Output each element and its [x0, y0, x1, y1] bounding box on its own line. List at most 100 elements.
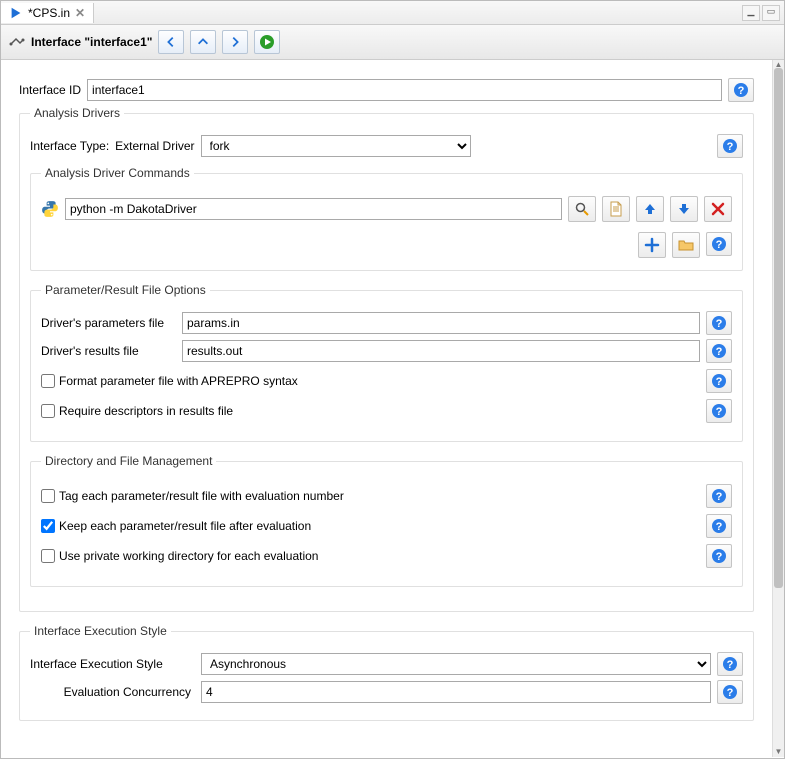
- nav-forward-button[interactable]: [222, 30, 248, 54]
- magnify-button[interactable]: [568, 196, 596, 222]
- help-icon: ?: [711, 343, 727, 359]
- file-tab[interactable]: *CPS.in ✕: [1, 3, 94, 23]
- tag-eval-checkbox[interactable]: [41, 489, 55, 503]
- help-icon: ?: [711, 236, 727, 252]
- interface-id-input[interactable]: [87, 79, 722, 101]
- scroll-thumb[interactable]: [774, 68, 783, 588]
- move-down-button[interactable]: [670, 196, 698, 222]
- editor-toolbar: Interface "interface1": [1, 25, 784, 60]
- help-button[interactable]: ?: [717, 134, 743, 158]
- svg-text:?: ?: [716, 406, 723, 418]
- dir-mgmt-legend: Directory and File Management: [41, 454, 216, 468]
- vertical-scrollbar[interactable]: ▲ ▼: [772, 60, 784, 757]
- tab-bar: *CPS.in ✕ ▁ ▭: [1, 1, 784, 25]
- exec-style-select[interactable]: Asynchronous: [201, 653, 711, 675]
- tab-controls: ▁ ▭: [742, 5, 780, 21]
- help-icon: ?: [711, 373, 727, 389]
- interface-id-label: Interface ID: [19, 83, 81, 97]
- help-icon: ?: [711, 518, 727, 534]
- exec-style-legend: Interface Execution Style: [30, 624, 171, 638]
- nav-back-button[interactable]: [158, 30, 184, 54]
- add-button[interactable]: [638, 232, 666, 258]
- svg-text:?: ?: [716, 318, 723, 330]
- help-button[interactable]: ?: [706, 544, 732, 568]
- analysis-drivers-legend: Analysis Drivers: [30, 106, 124, 120]
- driver-command-row: [41, 196, 732, 222]
- move-up-button[interactable]: [636, 196, 664, 222]
- help-icon: ?: [711, 488, 727, 504]
- help-icon: ?: [733, 82, 749, 98]
- help-button[interactable]: ?: [706, 232, 732, 256]
- close-icon[interactable]: ✕: [75, 6, 85, 20]
- exec-style-group: Interface Execution Style Interface Exec…: [19, 624, 754, 721]
- connector-icon: [9, 34, 25, 50]
- arrow-up-icon: [642, 201, 658, 217]
- help-button[interactable]: ?: [717, 680, 743, 704]
- interface-type-select[interactable]: fork: [201, 135, 471, 157]
- editor-content: Interface ID ? Analysis Drivers Interfac…: [1, 60, 772, 757]
- exec-style-label: Interface Execution Style: [30, 657, 195, 671]
- plus-icon: [644, 237, 660, 253]
- nav-up-button[interactable]: [190, 30, 216, 54]
- help-button[interactable]: ?: [706, 514, 732, 538]
- params-file-label: Driver's parameters file: [41, 316, 176, 330]
- aprepro-label: Format parameter file with APREPRO synta…: [59, 374, 298, 388]
- svg-text:?: ?: [716, 521, 723, 533]
- keep-file-label: Keep each parameter/result file after ev…: [59, 519, 311, 533]
- help-button[interactable]: ?: [717, 652, 743, 676]
- arrow-up-icon: [196, 35, 210, 49]
- delete-button[interactable]: [704, 196, 732, 222]
- help-button[interactable]: ?: [706, 339, 732, 363]
- svg-text:?: ?: [738, 85, 745, 97]
- analysis-drivers-group: Analysis Drivers Interface Type: Externa…: [19, 106, 754, 612]
- document-button[interactable]: [602, 196, 630, 222]
- params-file-input[interactable]: [182, 312, 700, 334]
- x-icon: [710, 201, 726, 217]
- concurrency-label: Evaluation Concurrency: [30, 685, 195, 699]
- require-desc-label: Require descriptors in results file: [59, 404, 233, 418]
- play-triangle-icon: [9, 6, 23, 20]
- maximize-view-button[interactable]: ▭: [762, 5, 780, 21]
- help-icon: ?: [722, 684, 738, 700]
- param-file-options-group: Parameter/Result File Options Driver's p…: [30, 283, 743, 442]
- browse-button[interactable]: [672, 232, 700, 258]
- driver-commands-group: Analysis Driver Commands: [30, 166, 743, 271]
- svg-text:?: ?: [727, 659, 734, 671]
- aprepro-checkbox[interactable]: [41, 374, 55, 388]
- help-icon: ?: [711, 548, 727, 564]
- help-icon: ?: [711, 315, 727, 331]
- help-icon: ?: [722, 656, 738, 672]
- help-button[interactable]: ?: [706, 369, 732, 393]
- arrow-left-icon: [164, 35, 178, 49]
- help-button[interactable]: ?: [706, 311, 732, 335]
- help-icon: ?: [711, 403, 727, 419]
- arrow-down-icon: [676, 201, 692, 217]
- driver-command-input[interactable]: [65, 198, 562, 220]
- keep-file-checkbox[interactable]: [41, 519, 55, 533]
- private-dir-checkbox[interactable]: [41, 549, 55, 563]
- results-file-input[interactable]: [182, 340, 700, 362]
- tab-title: *CPS.in: [28, 6, 70, 20]
- svg-text:?: ?: [716, 491, 723, 503]
- require-desc-checkbox[interactable]: [41, 404, 55, 418]
- minimize-view-button[interactable]: ▁: [742, 5, 760, 21]
- concurrency-input[interactable]: [201, 681, 711, 703]
- help-button[interactable]: ?: [706, 399, 732, 423]
- interface-type-row: Interface Type: External Driver fork ?: [30, 134, 743, 158]
- svg-text:?: ?: [716, 376, 723, 388]
- help-button[interactable]: ?: [706, 484, 732, 508]
- results-file-label: Driver's results file: [41, 344, 176, 358]
- folder-icon: [678, 237, 694, 253]
- run-button[interactable]: [254, 30, 280, 54]
- svg-text:?: ?: [716, 551, 723, 563]
- private-dir-label: Use private working directory for each e…: [59, 549, 318, 563]
- play-icon: [259, 34, 275, 50]
- svg-text:?: ?: [727, 141, 734, 153]
- magnifier-icon: [574, 201, 590, 217]
- interface-type-label: Interface Type:: [30, 139, 109, 153]
- command-actions-strip: ?: [41, 232, 732, 258]
- interface-id-row: Interface ID ?: [19, 78, 754, 102]
- help-button[interactable]: ?: [728, 78, 754, 102]
- driver-commands-legend: Analysis Driver Commands: [41, 166, 194, 180]
- scroll-down-arrow[interactable]: ▼: [773, 747, 784, 757]
